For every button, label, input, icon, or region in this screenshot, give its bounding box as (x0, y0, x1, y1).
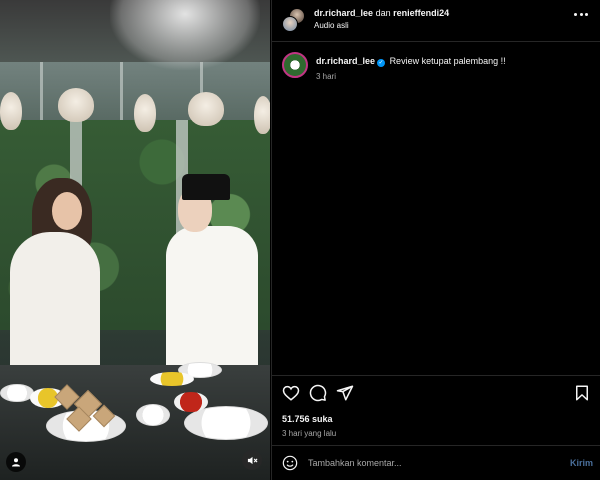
roof-beam (120, 62, 123, 122)
pendant-lamp (188, 92, 224, 126)
roof-beam (40, 62, 43, 122)
woman-figure (10, 232, 100, 382)
collab-avatars[interactable] (282, 8, 306, 32)
pendant-lamp (254, 96, 270, 134)
plate (0, 384, 34, 402)
action-bar: 51.756 suka 3 hari yang lalu (272, 375, 600, 445)
likes-count[interactable]: 51.756 suka (282, 414, 333, 424)
heart-icon[interactable] (282, 384, 300, 402)
sambal-bowl (174, 392, 208, 412)
username-link[interactable]: dr.richard_lee (314, 8, 373, 18)
woman-face (52, 192, 82, 230)
username-link[interactable]: renieffendi24 (393, 8, 449, 18)
comment-bar: Kirim (272, 445, 600, 480)
more-horizontal-icon[interactable] (574, 13, 588, 19)
collab-line: dr.richard_lee dan renieffendi24 (314, 8, 449, 18)
verified-badge-icon: ✓ (377, 59, 386, 67)
comment-input[interactable] (308, 455, 558, 471)
post-timestamp[interactable]: 3 hari yang lalu (282, 429, 336, 438)
pendant-lamp (0, 92, 22, 130)
peci-cap (182, 174, 230, 200)
audio-link[interactable]: Audio asli (314, 21, 449, 30)
yellow-bowl (150, 372, 194, 386)
avatar[interactable] (282, 52, 308, 78)
user-icon (12, 458, 20, 467)
post-info-panel: dr.richard_lee dan renieffendi24 Audio a… (271, 0, 600, 480)
pendant-lamp (134, 94, 156, 132)
bookmark-icon[interactable] (573, 384, 591, 402)
small-bowl (136, 404, 170, 426)
mute-button[interactable] (242, 450, 262, 470)
send-icon[interactable] (336, 384, 354, 402)
caption-body: dr.richard_lee ✓ Review ketupat palembang… (316, 56, 506, 67)
post-video[interactable] (0, 0, 270, 480)
user-tag-button[interactable] (6, 452, 26, 472)
man-figure (166, 226, 258, 376)
speaker-muted-icon (247, 456, 257, 464)
avatar[interactable] (282, 16, 298, 32)
chandelier (110, 0, 260, 70)
comment-icon[interactable] (309, 384, 327, 402)
emoji-icon[interactable] (282, 455, 298, 471)
caption-text: Review ketupat palembang !! (389, 56, 506, 66)
connector-text: dan (375, 8, 391, 18)
send-comment-button[interactable]: Kirim (570, 458, 593, 468)
username-link[interactable]: dr.richard_lee (316, 56, 375, 66)
pendant-lamp (58, 88, 94, 122)
caption-time: 3 hari (316, 72, 337, 81)
header-text: dr.richard_lee dan renieffendi24 Audio a… (314, 8, 449, 30)
post-header: dr.richard_lee dan renieffendi24 Audio a… (272, 0, 600, 42)
